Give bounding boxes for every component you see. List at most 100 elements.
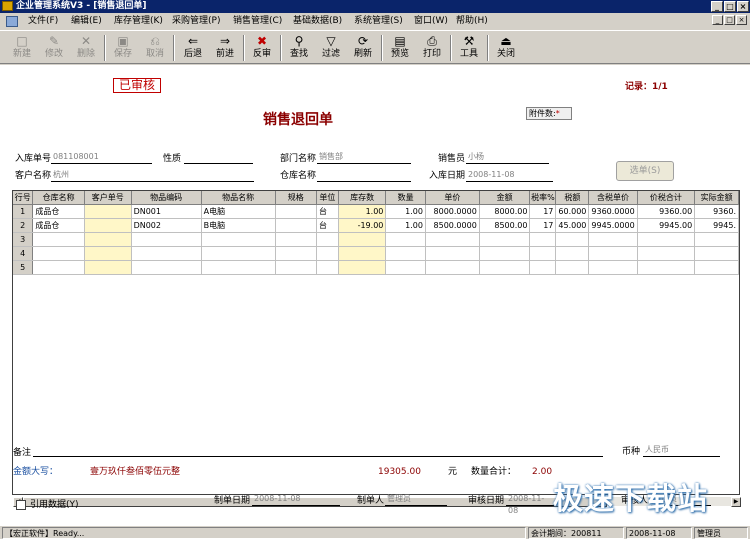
menu-edit[interactable]: 编辑(E) (71, 15, 102, 28)
menu-system[interactable]: 系统管理(S) (354, 15, 403, 28)
table-row[interactable]: 3 (13, 232, 739, 247)
grid-cell[interactable]: -19.00 (338, 218, 387, 233)
mdi-close-button[interactable]: × (736, 15, 747, 25)
select-order-button[interactable]: 选单(S) (616, 161, 674, 181)
column-header[interactable]: 实际金额 (694, 191, 739, 205)
grid-cell[interactable] (84, 204, 132, 219)
edit-button[interactable]: ✎ 修改 (39, 33, 69, 63)
grid-cell[interactable] (694, 232, 739, 247)
grid-cell[interactable] (32, 232, 85, 247)
grid-cell[interactable] (694, 246, 739, 261)
column-header[interactable]: 税额 (555, 191, 590, 205)
grid-cell[interactable] (555, 260, 590, 275)
menu-file[interactable]: 文件(F) (28, 15, 58, 28)
attachment-count[interactable]: 附件数:* (526, 107, 572, 120)
grid-cell[interactable] (32, 246, 85, 261)
mdi-restore-button[interactable]: □ (724, 15, 735, 25)
print-button[interactable]: ⎙ 打印 (417, 33, 447, 63)
grid-cell[interactable] (84, 218, 132, 233)
column-header[interactable]: 金额 (479, 191, 531, 205)
grid-cell[interactable] (84, 232, 132, 247)
grid-cell[interactable] (694, 260, 739, 275)
grid-cell[interactable]: 成品仓 (32, 204, 85, 219)
grid-cell[interactable] (479, 260, 531, 275)
menu-purchase[interactable]: 采购管理(P) (172, 15, 220, 28)
menu-help[interactable]: 帮助(H) (456, 15, 488, 28)
grid-cell[interactable]: 1.00 (338, 204, 387, 219)
customer-field[interactable]: 杭州 (51, 169, 254, 182)
grid-cell[interactable]: 9360.0000 (588, 204, 638, 219)
nature-field[interactable] (184, 151, 253, 164)
grid-cell[interactable]: B电脑 (201, 218, 276, 233)
grid-cell[interactable] (588, 260, 638, 275)
grid-cell[interactable] (588, 246, 638, 261)
column-header[interactable]: 库存数 (338, 191, 387, 205)
menu-window[interactable]: 窗口(W) (414, 15, 448, 28)
grid-cell[interactable]: 8000.00 (479, 204, 531, 219)
grid-cell[interactable]: 9945.00 (637, 218, 696, 233)
table-row[interactable]: 4 (13, 246, 739, 261)
column-header[interactable]: 规格 (275, 191, 317, 205)
grid-cell[interactable] (131, 260, 202, 275)
maximize-button[interactable]: □ (724, 1, 736, 12)
grid-cell[interactable] (201, 260, 276, 275)
grid-cell[interactable] (275, 204, 317, 219)
table-row[interactable]: 2 成品仓 DN002 B电脑 台 -19.00 1.00 8500.0000 8500.00 1… (13, 218, 739, 233)
grid-cell[interactable] (637, 232, 696, 247)
grid-cell[interactable] (425, 232, 480, 247)
grid-cell[interactable]: 9945. (694, 218, 739, 233)
grid-cell[interactable]: DN002 (131, 218, 202, 233)
grid-cell[interactable] (201, 246, 276, 261)
creator-field[interactable]: 管理员 (385, 493, 447, 506)
unaudit-button[interactable]: ✖ 反审 (247, 33, 277, 63)
grid-cell[interactable] (637, 260, 696, 275)
grid-cell[interactable]: 9945.0000 (588, 218, 638, 233)
grid-cell[interactable]: A电脑 (201, 204, 276, 219)
grid-cell[interactable] (529, 232, 557, 247)
grid-cell[interactable]: DN001 (131, 204, 202, 219)
grid-cell[interactable] (555, 246, 590, 261)
column-header[interactable]: 行号 (13, 191, 34, 205)
grid-cell[interactable] (529, 260, 557, 275)
grid-cell[interactable] (425, 246, 480, 261)
column-header[interactable]: 仓库名称 (32, 191, 85, 205)
column-header[interactable]: 价税合计 (637, 191, 696, 205)
currency-field[interactable]: 人民币 (643, 444, 720, 457)
save-button[interactable]: ▣ 保存 (108, 33, 138, 63)
tools-button[interactable]: ⚒ 工具 (454, 33, 484, 63)
column-header[interactable]: 含税单价 (588, 191, 638, 205)
close-button[interactable]: × (737, 1, 749, 12)
column-header[interactable]: 数量 (385, 191, 426, 205)
dept-field[interactable]: 销售部 (317, 151, 411, 164)
grid-cell[interactable]: 17 (529, 204, 557, 219)
grid-cell[interactable]: 60.000 (555, 204, 590, 219)
grid-cell[interactable] (385, 232, 426, 247)
grid-cell[interactable] (275, 246, 317, 261)
forward-button[interactable]: ⇒ 前进 (210, 33, 240, 63)
grid-cell[interactable] (338, 232, 387, 247)
column-header[interactable]: 税率% (529, 191, 557, 205)
grid-cell[interactable] (425, 260, 480, 275)
grid-cell[interactable] (479, 246, 531, 261)
inbound-date-field[interactable]: 2008-11-08 (466, 169, 553, 182)
grid-cell[interactable] (588, 232, 638, 247)
grid-cell[interactable]: 1.00 (385, 204, 426, 219)
grid-cell[interactable] (385, 246, 426, 261)
grid-cell[interactable]: 8000.0000 (425, 204, 480, 219)
warehouse-field[interactable] (317, 169, 411, 182)
back-button[interactable]: ⇐ 后退 (178, 33, 208, 63)
close-doc-button[interactable]: ⏏ 关闭 (491, 33, 521, 63)
grid-cell[interactable] (131, 246, 202, 261)
grid-cell[interactable] (555, 232, 590, 247)
grid-cell[interactable] (275, 218, 317, 233)
grid-cell[interactable] (32, 260, 85, 275)
document-icon[interactable] (6, 16, 18, 27)
column-header[interactable]: 单位 (316, 191, 339, 205)
grid-cell[interactable] (275, 260, 317, 275)
mdi-minimize-button[interactable]: _ (712, 15, 723, 25)
column-header[interactable]: 物品编码 (131, 191, 202, 205)
created-date-field[interactable]: 2008-11-08 (252, 493, 340, 506)
refresh-button[interactable]: ⟳ 刷新 (348, 33, 378, 63)
grid-cell[interactable]: 17 (529, 218, 557, 233)
grid-cell[interactable]: 台 (316, 218, 339, 233)
